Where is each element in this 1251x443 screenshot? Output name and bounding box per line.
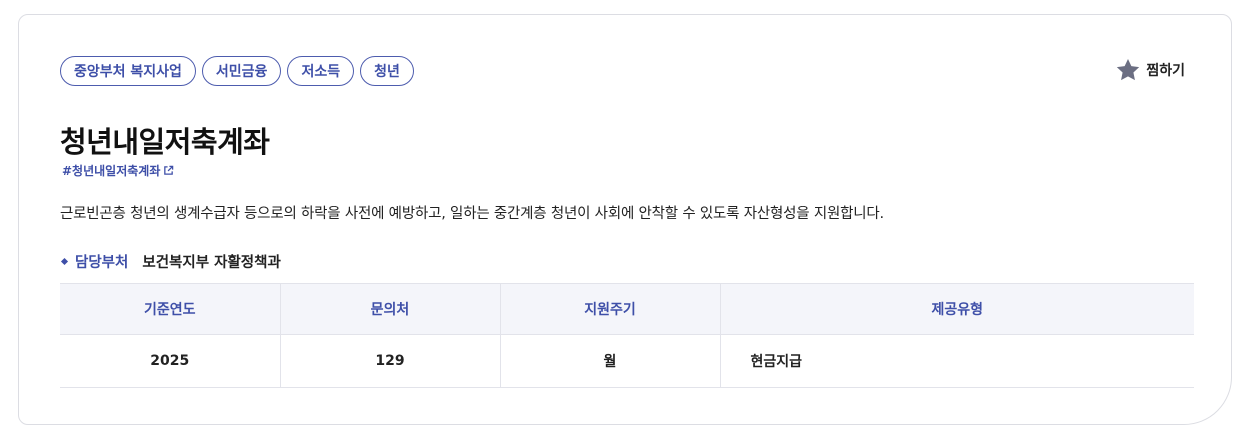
cell-base-year: 2025: [60, 334, 280, 388]
description: 근로빈곤층 청년의 생계수급자 등으로의 하락을 사전에 예방하고, 일하는 중…: [60, 206, 884, 222]
tag-central-welfare[interactable]: 중앙부처 복지사업: [60, 56, 196, 86]
hashtag-link[interactable]: #청년내일저축계좌: [62, 162, 174, 179]
header-support-cycle: 지원주기: [499, 283, 720, 335]
department-row: 담당부처 보건복지부 자활정책과: [60, 251, 281, 272]
header-base-year: 기준연도: [60, 283, 280, 335]
cell-support-cycle: 월: [499, 334, 720, 388]
favorite-label: 찜하기: [1146, 63, 1185, 79]
welfare-service-card: 중앙부처 복지사업 서민금융 저소득 청년 찜하기 청년내일저축계좌 #청년내일…: [18, 14, 1232, 425]
star-icon: [1115, 57, 1141, 83]
header-contact: 문의처: [279, 283, 500, 335]
tag-microfinance[interactable]: 서민금융: [201, 56, 282, 86]
department-label: 담당부처: [75, 255, 129, 271]
cell-provision-type: 현금지급: [719, 334, 1194, 388]
diamond-bullet-icon: [60, 257, 69, 266]
info-table: 기준연도 문의처 지원주기 제공유형 2025 129 월 현금지급: [60, 283, 1194, 388]
hashtag-text: #청년내일저축계좌: [62, 164, 161, 178]
cell-contact: 129: [279, 334, 500, 388]
table-row: 2025 129 월 현금지급: [60, 334, 1194, 388]
page-title: 청년내일저축계좌: [60, 125, 270, 159]
favorite-button[interactable]: 찜하기: [1115, 57, 1185, 83]
department-value: 보건복지부 자활정책과: [142, 255, 281, 271]
category-tags: 중앙부처 복지사업 서민금융 저소득 청년: [60, 56, 414, 86]
tag-low-income[interactable]: 저소득: [287, 56, 355, 86]
header-provision-type: 제공유형: [719, 283, 1194, 335]
table-header-row: 기준연도 문의처 지원주기 제공유형: [60, 283, 1194, 335]
external-link-icon: [163, 165, 174, 176]
tag-youth[interactable]: 청년: [360, 56, 414, 86]
